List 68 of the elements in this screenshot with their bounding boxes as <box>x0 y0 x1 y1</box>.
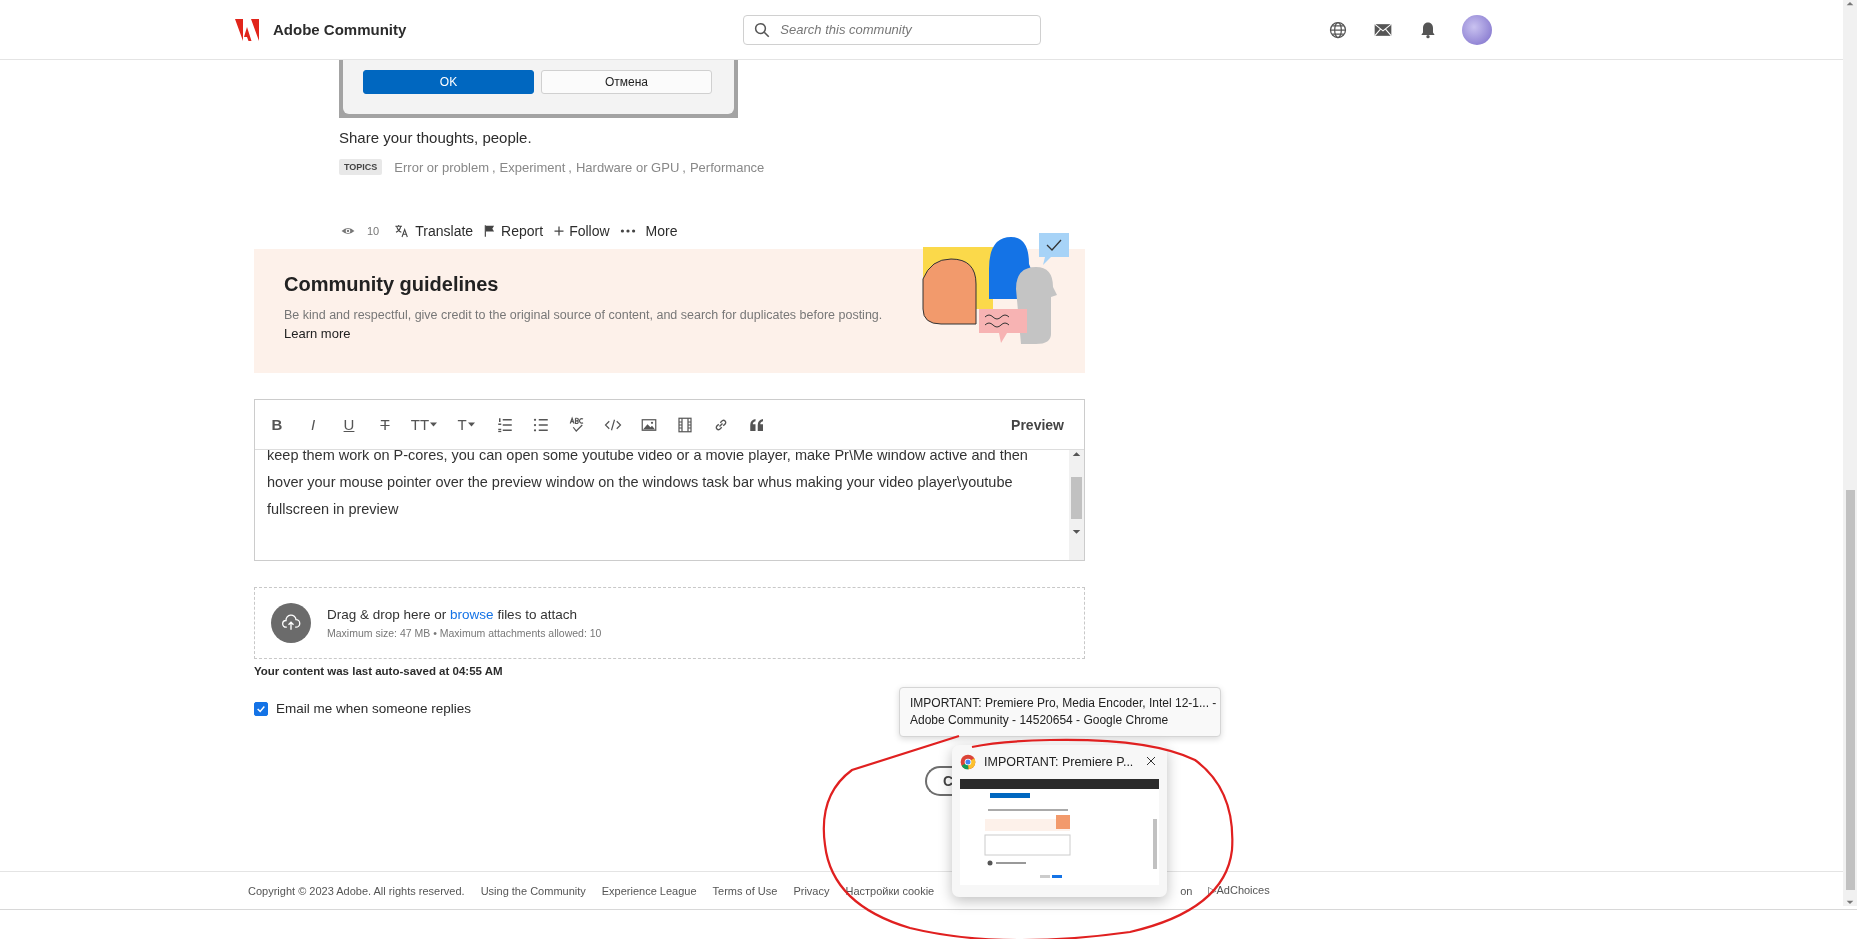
cancel-button[interactable]: Отмена <box>541 70 712 94</box>
attachment-dropzone[interactable]: Drag & drop here or browse files to attach Maximum size: 47 MB • Maximum attachments allowed: 10 <box>254 587 1085 659</box>
email-checkbox[interactable] <box>254 701 268 716</box>
site-title: Adobe Community <box>273 21 407 38</box>
bold-button[interactable]: B <box>263 410 291 439</box>
strikethrough-button[interactable]: T <box>371 410 399 439</box>
ok-button[interactable]: OK <box>363 70 534 94</box>
user-avatar[interactable] <box>1462 14 1493 45</box>
more-button[interactable]: More <box>619 223 678 239</box>
topic-separator: , <box>682 159 686 175</box>
checkmark-icon <box>256 703 266 714</box>
copyright-text: Copyright © 2023 Adobe. All rights reserved. <box>248 884 465 897</box>
post-text: Share your thoughts, people. <box>339 129 533 146</box>
footer-link[interactable]: on <box>1180 884 1193 897</box>
search-field[interactable]: Search this community <box>743 14 1042 45</box>
footer-link[interactable]: Terms of Use <box>712 884 778 897</box>
search-icon <box>753 20 772 39</box>
page-scrollbar[interactable] <box>1843 0 1857 906</box>
follow-button[interactable]: Follow <box>553 223 610 239</box>
footer-link[interactable]: Using the Community <box>480 884 586 897</box>
reply-text: keep them work on P-cores, you can open some youtube video or a movie player, make Pr\Me window active and then hover your mouse pointer over the preview window on the windows task bar whus making your video player\youtube fullscreen in preview <box>266 450 1029 519</box>
taskbar-tooltip: IMPORTANT: Premiere Pro, Media Encoder, Intel 12-1... - Adobe Community - 14520654 - Google Chrome <box>899 687 1221 737</box>
caret-icon <box>430 422 438 427</box>
view-count: 10 <box>367 225 380 237</box>
cancel-button[interactable]: C <box>925 766 952 796</box>
preview-button[interactable]: Preview <box>999 416 1076 433</box>
plus-icon <box>553 225 566 237</box>
numbered-list-icon <box>496 415 514 434</box>
italic-button[interactable]: I <box>299 410 327 439</box>
topic-link[interactable]: Error or problem <box>394 159 489 175</box>
font-size-button[interactable]: TT <box>407 410 441 439</box>
scroll-down-icon <box>1072 527 1081 536</box>
dropzone-text: Drag & drop here or browse files to attach <box>327 607 578 622</box>
footer-link[interactable]: Настройки cookie <box>845 884 935 897</box>
learn-more-link[interactable]: Learn more <box>284 326 351 341</box>
taskbar-preview-window[interactable]: IMPORTANT: Premiere P... <box>952 745 1167 897</box>
reply-editor[interactable] <box>254 399 1085 561</box>
footer-link[interactable]: Experience League <box>601 884 697 897</box>
scroll-up-icon <box>1846 0 1854 8</box>
topic-link[interactable]: Hardware or GPU <box>576 159 680 175</box>
scroll-up-icon <box>1072 450 1081 459</box>
globe-icon <box>1328 19 1349 40</box>
upload-icon <box>271 603 311 643</box>
browse-link[interactable]: browse <box>450 607 494 622</box>
film-icon <box>676 415 694 434</box>
browser-icon <box>960 754 976 770</box>
attachment-limits: Maximum size: 47 MB • Maximum attachments allowed: 10 <box>327 627 602 639</box>
guidelines-title: Community guidelines <box>284 273 500 296</box>
preview-title: IMPORTANT: Premiere P... <box>984 755 1135 769</box>
underline-button[interactable]: U <box>335 410 363 439</box>
scroll-down-icon <box>1846 898 1854 906</box>
guidelines-text: Be kind and respectful, give credit to the original source of content, and search for duplicates before posting. <box>284 308 884 322</box>
translate-button[interactable]: Translate <box>393 223 474 239</box>
topic-link[interactable]: Performance <box>689 159 765 175</box>
email-option-label: Email me when someone replies <box>276 701 472 716</box>
caret-icon <box>467 422 475 427</box>
more-icon <box>619 228 636 234</box>
topic-link[interactable]: Experiment <box>499 159 566 175</box>
autosave-status: Your content was last auto-saved at 04:55 AM <box>254 665 504 677</box>
report-button[interactable]: Report <box>483 223 544 239</box>
logo-icon <box>235 18 259 41</box>
topics-label: TOPICS <box>339 159 383 175</box>
clear-format-button[interactable]: T <box>449 410 483 439</box>
footer-link[interactable]: Privacy <box>793 884 830 897</box>
topic-separator: , <box>492 159 496 175</box>
spellcheck-icon <box>568 415 586 434</box>
editor-scrollbar[interactable] <box>1069 450 1084 560</box>
topic-separator: , <box>568 159 572 175</box>
